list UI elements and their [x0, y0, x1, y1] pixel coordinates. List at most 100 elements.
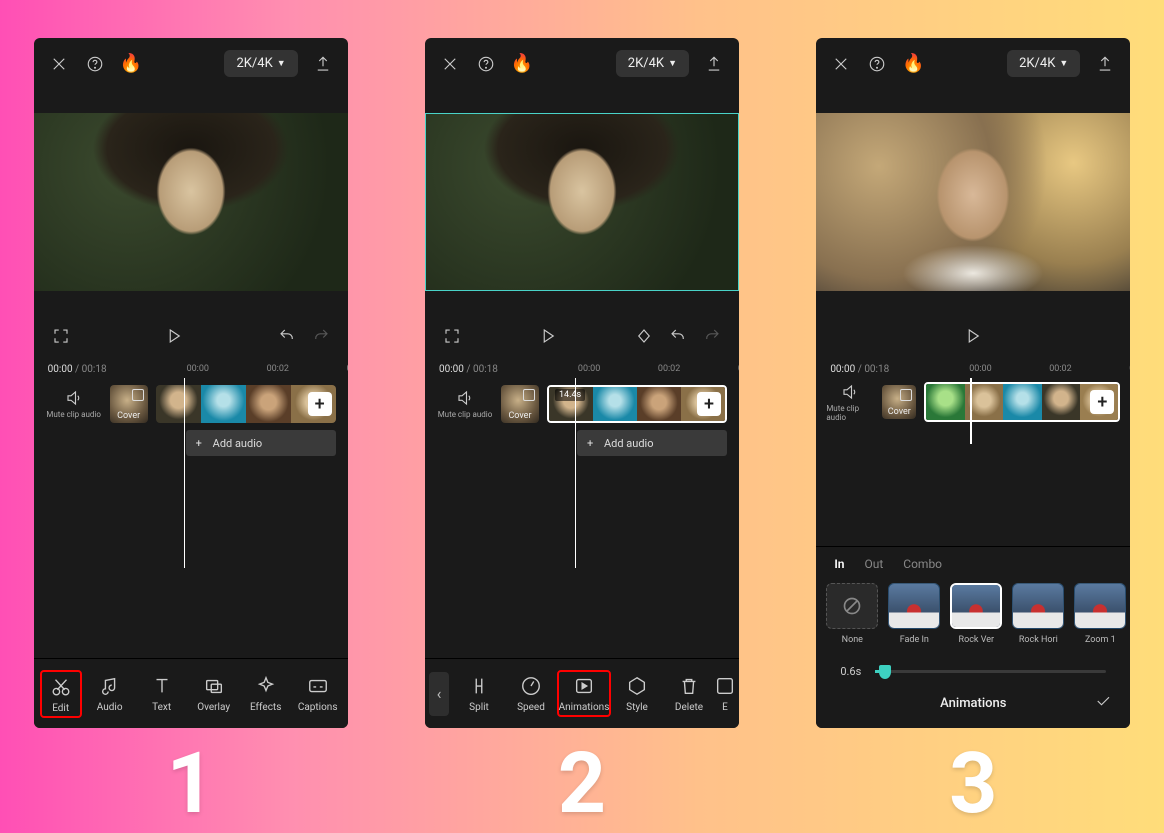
- tab-overlay[interactable]: Overlay: [190, 675, 238, 713]
- back-button[interactable]: ‹: [429, 672, 449, 716]
- keyframe-icon[interactable]: [633, 325, 655, 347]
- export-icon[interactable]: [1094, 53, 1116, 75]
- tick: 00:02: [658, 364, 680, 374]
- slider-knob[interactable]: [879, 665, 891, 679]
- close-icon[interactable]: [830, 53, 852, 75]
- flame-icon[interactable]: 🔥: [120, 53, 142, 75]
- tick: 00:0: [347, 364, 348, 374]
- tool-style[interactable]: Style: [611, 675, 663, 713]
- playhead[interactable]: [575, 378, 577, 568]
- mute-label: Mute clip audio: [46, 410, 101, 419]
- flame-icon[interactable]: 🔥: [902, 53, 924, 75]
- tool-more[interactable]: E: [715, 675, 735, 713]
- resolution-button[interactable]: 2K/4K ▼: [224, 50, 297, 77]
- fullscreen-icon[interactable]: [441, 325, 463, 347]
- add-clip-button[interactable]: +: [697, 392, 721, 416]
- slider-track[interactable]: [875, 670, 1106, 673]
- resolution-button[interactable]: 2K/4K▼: [616, 50, 689, 77]
- fullscreen-icon[interactable]: [50, 325, 72, 347]
- add-clip-button[interactable]: +: [1090, 390, 1114, 414]
- help-icon[interactable]: [475, 53, 497, 75]
- cover-button[interactable]: Cover: [882, 385, 916, 419]
- presets-row[interactable]: None Fade In Rock Ver Rock Hori Zoom 1 S…: [816, 571, 1130, 651]
- tab-effects[interactable]: Effects: [242, 675, 290, 713]
- redo-icon: [310, 325, 332, 347]
- clip-strip[interactable]: +: [156, 385, 336, 423]
- video-preview[interactable]: [34, 113, 348, 291]
- tab-label: Text: [152, 702, 171, 713]
- preset-zoom1[interactable]: Zoom 1: [1074, 583, 1126, 645]
- tab-text[interactable]: Text: [138, 675, 186, 713]
- clip-strip[interactable]: +: [924, 382, 1120, 422]
- chevron-down-icon: ▼: [277, 58, 286, 69]
- add-audio-button[interactable]: + Add audio: [577, 430, 727, 456]
- topbar: 🔥 2K/4K ▼: [34, 38, 348, 89]
- preset-none[interactable]: None: [826, 583, 878, 645]
- cover-button[interactable]: Cover: [110, 385, 148, 423]
- play-icon[interactable]: [163, 325, 185, 347]
- undo-icon[interactable]: [276, 325, 298, 347]
- preset-label: Rock Ver: [959, 635, 995, 645]
- phone-screen-1: 🔥 2K/4K▼ 00:00 / 00:18 00:00 00:02 00:0 …: [34, 38, 348, 728]
- playhead[interactable]: [184, 378, 186, 568]
- cover-button[interactable]: Cover: [501, 385, 539, 423]
- resolution-button[interactable]: 2K/4K▼: [1007, 50, 1080, 77]
- tool-speed[interactable]: Speed: [505, 675, 557, 713]
- tool-delete[interactable]: Delete: [663, 675, 715, 713]
- phone-screen-2: 🔥 2K/4K▼ 00:00 / 00:18 00:00 00:02 00:0 …: [425, 38, 739, 728]
- flame-icon[interactable]: 🔥: [511, 53, 533, 75]
- duration-value: 0.6s: [840, 665, 861, 678]
- tool-label: Delete: [675, 702, 703, 713]
- video-preview[interactable]: [816, 113, 1130, 291]
- export-icon[interactable]: [703, 53, 725, 75]
- playhead[interactable]: [970, 378, 972, 444]
- preset-rockver[interactable]: Rock Ver: [950, 583, 1002, 645]
- tab-captions[interactable]: Captions: [294, 675, 342, 713]
- timeline[interactable]: Mute clip audio Cover 14.4s + + Add audi…: [425, 378, 739, 518]
- preview-controls: [816, 314, 1130, 358]
- redo-icon: [701, 325, 723, 347]
- mute-clip-audio[interactable]: Mute clip audio: [46, 389, 102, 419]
- preset-label: Rock Hori: [1019, 635, 1058, 645]
- export-icon[interactable]: [312, 53, 334, 75]
- add-audio-button[interactable]: + Add audio: [186, 430, 336, 456]
- preset-label: None: [842, 635, 863, 645]
- phone-screen-3: 🔥 2K/4K▼ 00:00 / 00:18 00:00 00:02 00:0 …: [816, 38, 1130, 728]
- mute-clip-audio[interactable]: Mute clip audio: [826, 383, 874, 422]
- add-clip-button[interactable]: +: [308, 392, 332, 416]
- tab-label: Audio: [97, 702, 123, 713]
- mute-clip-audio[interactable]: Mute clip audio: [437, 389, 493, 419]
- resolution-label: 2K/4K: [1019, 56, 1055, 71]
- panel-title: Animations: [940, 696, 1006, 711]
- video-preview[interactable]: [425, 113, 739, 291]
- anim-tab-combo[interactable]: Combo: [903, 557, 942, 571]
- tab-audio[interactable]: Audio: [86, 675, 134, 713]
- anim-tab-out[interactable]: Out: [864, 557, 883, 571]
- undo-icon[interactable]: [667, 325, 689, 347]
- tick: 00:0: [1129, 364, 1130, 374]
- time-total: 00:18: [864, 364, 889, 375]
- play-icon[interactable]: [962, 325, 984, 347]
- preset-fadein[interactable]: Fade In: [888, 583, 940, 645]
- play-icon[interactable]: [537, 325, 559, 347]
- tool-split[interactable]: Split: [453, 675, 505, 713]
- close-icon[interactable]: [48, 53, 70, 75]
- anim-tab-in[interactable]: In: [834, 557, 844, 571]
- time-total: 00:18: [82, 364, 107, 375]
- tab-edit[interactable]: Edit: [40, 670, 82, 718]
- add-audio-label: Add audio: [213, 437, 263, 450]
- timeline[interactable]: Mute clip audio Cover + + Add audio: [34, 378, 348, 518]
- clip-strip[interactable]: 14.4s +: [547, 385, 727, 423]
- close-icon[interactable]: [439, 53, 461, 75]
- tool-animations[interactable]: Animations: [557, 670, 611, 717]
- apply-icon[interactable]: [1094, 692, 1112, 714]
- timeline[interactable]: Mute clip audio Cover +: [816, 378, 1130, 444]
- resolution-label: 2K/4K: [236, 56, 272, 71]
- preset-rockhori[interactable]: Rock Hori: [1012, 583, 1064, 645]
- duration-slider[interactable]: 0.6s: [816, 651, 1130, 684]
- help-icon[interactable]: [84, 53, 106, 75]
- resolution-label: 2K/4K: [628, 56, 664, 71]
- time-total: 00:18: [473, 364, 498, 375]
- animations-footer: Animations: [816, 684, 1130, 722]
- help-icon[interactable]: [866, 53, 888, 75]
